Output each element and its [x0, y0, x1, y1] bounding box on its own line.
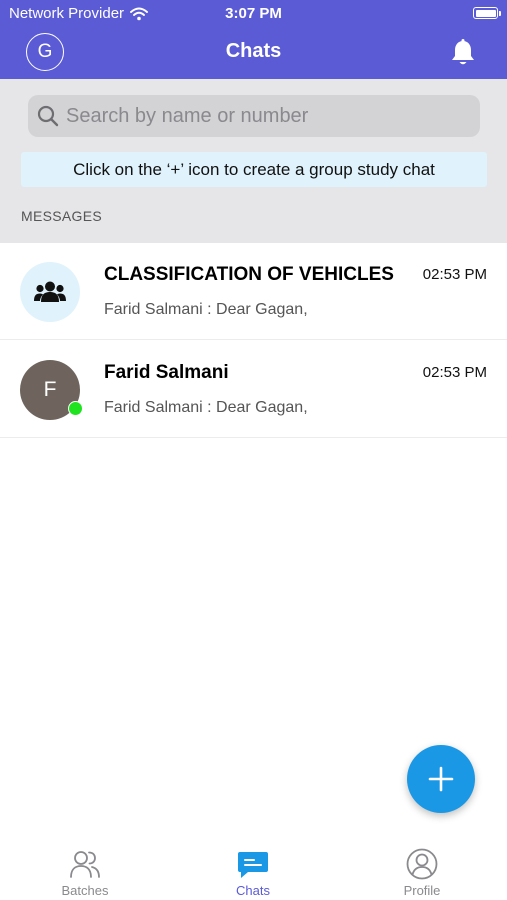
group-chat-hint: Click on the ‘+’ icon to create a group … [21, 152, 487, 187]
search-icon [37, 105, 59, 127]
search-bar[interactable] [28, 95, 480, 137]
chat-title: Farid Salmani [104, 362, 229, 383]
tab-profile-label: Profile [403, 883, 441, 898]
tab-chats[interactable]: Chats [193, 836, 313, 900]
tab-batches[interactable]: Batches [25, 836, 145, 900]
create-group-chat-button[interactable] [407, 745, 475, 813]
batches-icon [70, 851, 100, 878]
group-avatar [20, 262, 80, 322]
tab-profile[interactable]: Profile [362, 836, 482, 900]
messages-section-label: MESSAGES [21, 208, 102, 224]
search-input[interactable] [66, 104, 456, 128]
tab-chats-label: Chats [236, 883, 270, 898]
contact-avatar-initial: F [43, 378, 57, 401]
chat-title: CLASSIFICATION OF VEHICLES [104, 264, 394, 285]
chat-preview: Farid Salmani : Dear Gagan, [104, 301, 308, 318]
chat-row-farid-salmani[interactable]: F Farid Salmani 02:53 PM Farid Salmani :… [0, 341, 507, 438]
chat-icon [238, 852, 268, 878]
status-bar: Network Provider 3:07 PM [0, 0, 507, 28]
page-title: Chats [225, 40, 282, 62]
chat-row-classification-of-vehicles[interactable]: CLASSIFICATION OF VEHICLES 02:53 PM Fari… [0, 243, 507, 340]
bell-icon[interactable] [450, 39, 476, 67]
tab-bar: Batches Chats Profile [0, 836, 507, 900]
hint-text: Click on the ‘+’ icon to create a group … [73, 159, 435, 179]
plus-icon [428, 766, 454, 792]
profile-icon [406, 848, 438, 880]
online-status-dot [68, 401, 83, 416]
chat-time: 02:53 PM [422, 364, 487, 381]
tab-batches-label: Batches [61, 883, 109, 898]
battery-icon [473, 7, 501, 19]
group-icon [34, 281, 66, 302]
status-time: 3:07 PM [225, 5, 282, 22]
header-zone: Click on the ‘+’ icon to create a group … [0, 79, 507, 243]
chat-preview: Farid Salmani : Dear Gagan, [104, 399, 308, 416]
top-bar: Network Provider 3:07 PM G Chats [0, 0, 507, 79]
chat-time: 02:53 PM [422, 266, 487, 283]
